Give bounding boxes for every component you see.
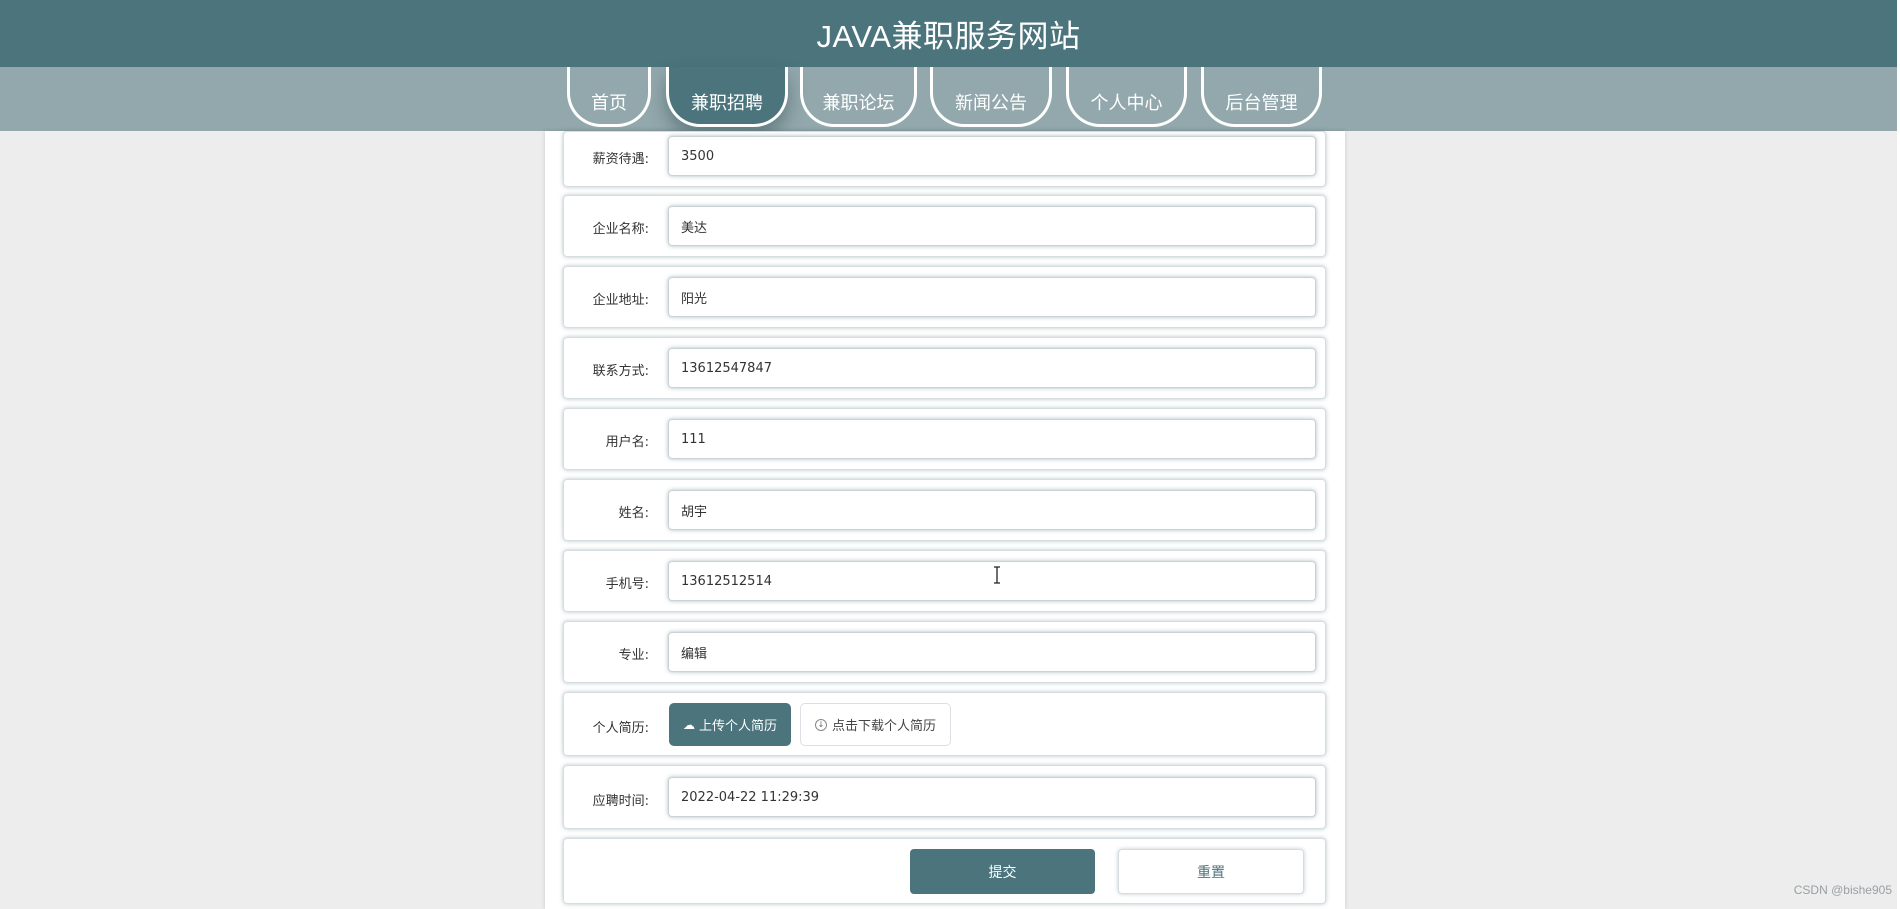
form-row-major: 专业: 编辑 [563, 621, 1326, 683]
field-label: 专业: [618, 648, 649, 663]
nav-item-forum[interactable]: 兼职论坛 [800, 67, 917, 127]
salary-input[interactable]: 3500 [668, 136, 1316, 176]
nav-item-news[interactable]: 新闻公告 [930, 67, 1052, 127]
form-row-company-name: 企业名称: 美达 [563, 195, 1326, 257]
reset-button[interactable]: 重置 [1118, 849, 1304, 894]
cloud-upload-icon: ☁ [682, 717, 695, 732]
field-label: 应聘时间: [592, 794, 649, 809]
field-label: 薪资待遇: [592, 152, 649, 167]
apply-time-input[interactable]: 2022-04-22 11:29:39 [668, 777, 1316, 817]
field-label: 企业地址: [592, 293, 649, 308]
nav-item-home[interactable]: 首页 [567, 67, 651, 127]
username-input[interactable]: 111 [668, 419, 1316, 459]
site-header: JAVA兼职服务网站 [0, 0, 1897, 67]
nav-item-admin[interactable]: 后台管理 [1201, 67, 1322, 127]
nav-item-jobs[interactable]: 兼职招聘 [666, 67, 788, 127]
form-row-salary: 薪资待遇: 3500 [563, 131, 1326, 187]
field-label: 用户名: [605, 435, 649, 450]
upload-resume-button[interactable]: ☁ 上传个人简历 [669, 703, 791, 746]
nav-item-label: 首页 [591, 92, 627, 114]
company-address-input[interactable]: 阳光 [668, 277, 1316, 317]
nav-item-label: 兼职招聘 [691, 92, 763, 114]
download-resume-label: 点击下载个人简历 [831, 719, 936, 734]
form-row-contact: 联系方式: 13612547847 [563, 337, 1326, 399]
submit-button[interactable]: 提交 [910, 849, 1095, 894]
field-label: 姓名: [618, 506, 649, 521]
text-cursor-icon [994, 566, 1000, 584]
name-input[interactable]: 胡宇 [668, 490, 1316, 530]
form-row-actions: 提交 重置 [563, 838, 1326, 904]
form-row-company-address: 企业地址: 阳光 [563, 266, 1326, 328]
field-label: 联系方式: [592, 364, 649, 379]
form-row-name: 姓名: 胡宇 [563, 479, 1326, 541]
field-label: 个人简历: [592, 721, 649, 736]
download-icon: ↓ [814, 718, 827, 731]
nav-item-label: 新闻公告 [955, 92, 1027, 114]
download-resume-button[interactable]: ↓ 点击下载个人简历 [800, 703, 951, 746]
main-nav: 首页 兼职招聘 兼职论坛 新闻公告 个人中心 后台管理 [0, 67, 1897, 131]
form-row-username: 用户名: 111 [563, 408, 1326, 470]
company-name-input[interactable]: 美达 [668, 206, 1316, 246]
watermark: CSDN @bishe905 [1793, 883, 1892, 897]
field-label: 企业名称: [592, 222, 649, 237]
major-input[interactable]: 编辑 [668, 632, 1316, 672]
form-row-resume: 个人简历: ☁ 上传个人简历 ↓ 点击下载个人简历 [563, 692, 1326, 756]
site-title: JAVA兼职服务网站 [816, 19, 1081, 54]
nav-item-profile[interactable]: 个人中心 [1066, 67, 1187, 127]
nav-item-label: 兼职论坛 [822, 92, 895, 114]
form-row-phone: 手机号: 13612512514 [563, 550, 1326, 612]
nav-item-label: 个人中心 [1090, 92, 1163, 114]
contact-input[interactable]: 13612547847 [668, 348, 1316, 388]
upload-resume-label: 上传个人简历 [698, 719, 777, 734]
field-label: 手机号: [605, 577, 649, 592]
form-row-apply-time: 应聘时间: 2022-04-22 11:29:39 [563, 765, 1326, 829]
nav-item-label: 后台管理 [1225, 92, 1298, 114]
